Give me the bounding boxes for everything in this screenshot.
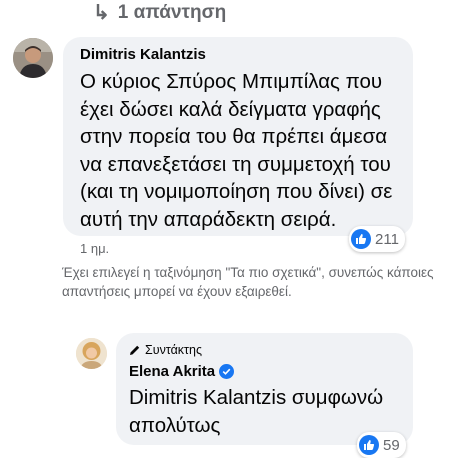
- comment-author[interactable]: Dimitris Kalantzis: [80, 46, 206, 63]
- reply-text: Dimitris Kalantzis συμφωνώ απολύτως: [129, 386, 384, 437]
- pencil-icon: [130, 345, 140, 355]
- comment-timestamp[interactable]: 1 ημ.: [80, 241, 109, 256]
- verified-badge-icon: [219, 364, 235, 379]
- reply-reactions[interactable]: 59: [357, 432, 406, 458]
- view-replies-label: 1 απάντηση: [117, 1, 227, 23]
- reply-author[interactable]: Elena Akrita: [129, 363, 215, 380]
- reaction-count: 59: [383, 436, 400, 454]
- author-badge: Συντάκτης: [129, 343, 202, 357]
- like-icon: [359, 435, 379, 455]
- commenter-avatar[interactable]: [13, 38, 53, 78]
- like-icon: [351, 229, 371, 249]
- view-replies-link[interactable]: ↳ 1 απάντηση: [93, 0, 226, 25]
- reaction-count: 211: [375, 230, 399, 248]
- reply-arrow-icon: ↳: [93, 2, 110, 24]
- sort-notice: Έχει επιλεγεί η ταξινόμηση "Τα πιο σχετι…: [62, 265, 434, 299]
- reply-author-row: Elena Akrita: [129, 363, 235, 380]
- author-badge-label: Συντάκτης: [145, 343, 202, 357]
- reply-author-avatar[interactable]: [76, 338, 107, 369]
- comment-reactions[interactable]: 211: [349, 226, 405, 252]
- comment-text: Ο κύριος Σπύρος Μπιμπίλας που έχει δώσει…: [80, 70, 393, 231]
